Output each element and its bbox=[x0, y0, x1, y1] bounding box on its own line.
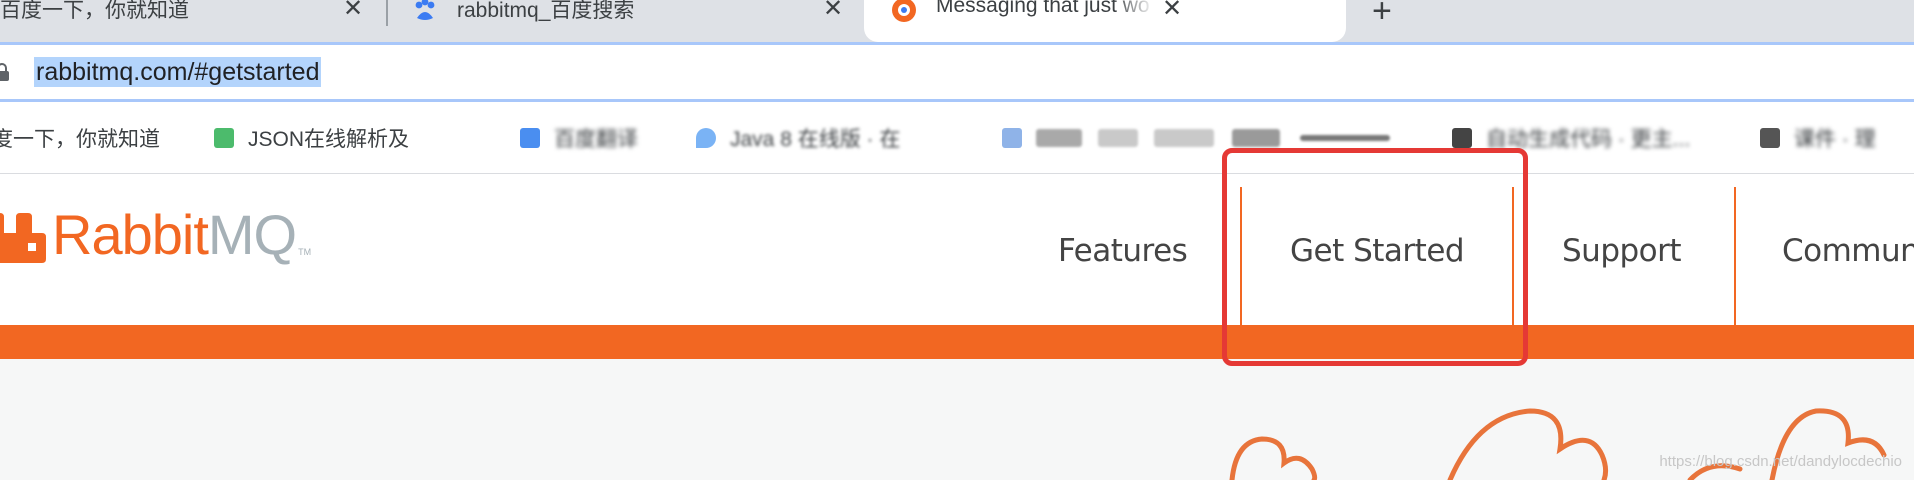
tab-title: 百度一下，你就知道 bbox=[0, 0, 189, 22]
bookmarks-bar: 度一下，你就知道 JSON在线解析及 百度翻译 Java 8 在线版 · 在 自… bbox=[0, 102, 1914, 174]
close-icon[interactable]: ✕ bbox=[823, 0, 843, 23]
rabbit-illustration bbox=[1229, 408, 1887, 480]
blurred-text bbox=[1098, 129, 1138, 147]
tab-baidu-home[interactable]: 百度一下，你就知道 ✕ bbox=[0, 0, 385, 42]
logo-text-rabbit: Rabbit bbox=[52, 203, 209, 266]
highlight-annotation-box bbox=[1222, 148, 1528, 366]
bookmark-label: 百度翻译 bbox=[554, 128, 638, 151]
url-text[interactable]: rabbitmq.com/#getstarted bbox=[34, 57, 322, 87]
bookmark-label: JSON在线解析及 bbox=[248, 128, 410, 151]
nav-community[interactable]: Commun bbox=[1782, 233, 1914, 269]
lock-icon[interactable] bbox=[0, 63, 10, 81]
baidu-paw-icon bbox=[415, 0, 435, 20]
tab-title: rabbitmq_百度搜索 bbox=[457, 0, 635, 22]
nav-support[interactable]: Support bbox=[1562, 233, 1682, 269]
address-bar[interactable]: rabbitmq.com/#getstarted bbox=[0, 42, 1914, 102]
close-icon[interactable]: ✕ bbox=[343, 0, 363, 23]
blurred-text bbox=[1036, 129, 1082, 147]
bookmark-label: 课件 · 理 bbox=[1794, 128, 1876, 151]
bookmark-label: Java 8 在线版 · 在 bbox=[730, 128, 901, 151]
bookmark-favicon-icon bbox=[1002, 128, 1022, 148]
bookmark-courseware[interactable]: 课件 · 理 bbox=[1760, 124, 1876, 152]
bookmark-baidu[interactable]: 度一下，你就知道 bbox=[0, 124, 160, 152]
rabbitmq-icon bbox=[892, 0, 916, 22]
bookmark-java-online[interactable]: Java 8 在线版 · 在 bbox=[696, 124, 900, 152]
shield-icon bbox=[696, 128, 716, 148]
hero-section: https://blog.csdn.net/dandylocdechio bbox=[0, 359, 1914, 480]
tab-title-fade bbox=[1114, 0, 1154, 30]
blurred-text bbox=[1154, 129, 1214, 147]
logo-text-mq: MQ bbox=[207, 203, 297, 266]
header-accent-bar bbox=[0, 325, 1914, 359]
rabbitmq-logo[interactable]: Rabbit MQ TM bbox=[0, 207, 311, 263]
bookmark-baidu-translate[interactable]: 百度翻译 bbox=[520, 124, 638, 152]
blurred-text bbox=[1300, 135, 1390, 141]
tab-separator bbox=[386, 0, 388, 26]
bookmark-label: 度一下，你就知道 bbox=[0, 128, 160, 151]
tab-strip: 百度一下，你就知道 ✕ rabbitmq_百度搜索 ✕ Messaging th… bbox=[0, 0, 1914, 42]
watermark-text: https://blog.csdn.net/dandylocdechio bbox=[1659, 453, 1902, 470]
bookmark-json-parser[interactable]: JSON在线解析及 bbox=[214, 124, 409, 152]
new-tab-button[interactable]: + bbox=[1372, 0, 1392, 31]
translate-icon bbox=[520, 128, 540, 148]
blurred-text bbox=[1232, 129, 1280, 147]
bookmark-favicon-icon bbox=[1760, 128, 1780, 148]
tab-rabbitmq-site[interactable]: Messaging that just works — R ✕ bbox=[864, 0, 1346, 42]
nav-divider bbox=[1734, 187, 1736, 325]
nav-features[interactable]: Features bbox=[1058, 233, 1188, 269]
site-header: Rabbit MQ TM Features Get Started Suppor… bbox=[0, 175, 1914, 325]
close-icon[interactable]: ✕ bbox=[1162, 0, 1182, 23]
bookmark-favicon-icon bbox=[214, 128, 234, 148]
tab-rabbitmq-search[interactable]: rabbitmq_百度搜索 ✕ bbox=[395, 0, 855, 42]
rabbitmq-logo-icon bbox=[0, 213, 46, 263]
bookmark-favicon-icon bbox=[1452, 128, 1472, 148]
logo-trademark: TM bbox=[298, 247, 312, 257]
